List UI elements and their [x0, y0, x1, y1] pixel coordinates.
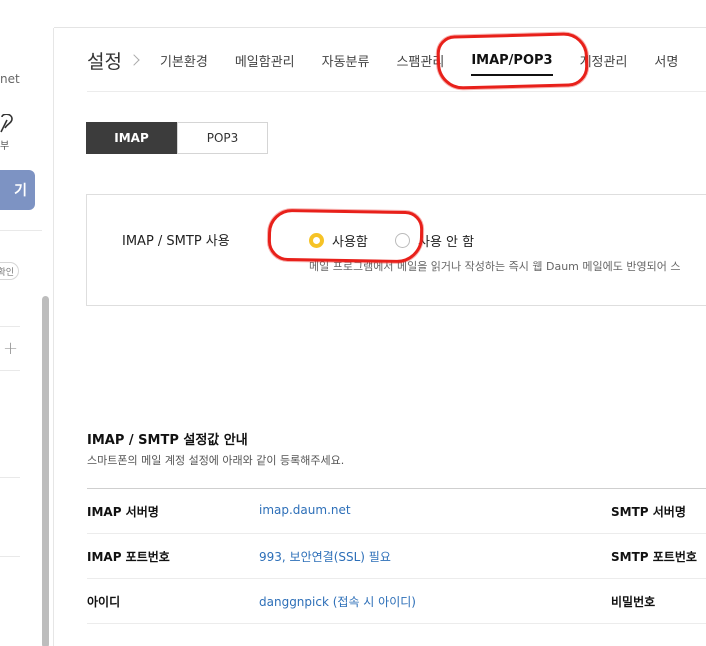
sidebar: net 부 기 확인 +	[0, 0, 54, 646]
add-folder-icon[interactable]: +	[3, 338, 18, 359]
settings-guide-title: IMAP / SMTP 설정값 안내	[87, 433, 248, 448]
radio-disable-label: 사용 안 함	[418, 235, 475, 250]
top-divider	[0, 27, 706, 28]
sidebar-scrollbar[interactable]	[42, 296, 49, 646]
sidebar-account-fragment: net	[0, 72, 20, 86]
row-value: imap.daum.net	[259, 503, 351, 517]
tab-basic-settings[interactable]: 기본환경	[160, 51, 208, 70]
sidebar-divider	[0, 370, 20, 371]
tabs-divider	[87, 91, 706, 92]
tab-mailbox-management[interactable]: 메일함관리	[235, 51, 295, 70]
row-key: 아이디	[87, 595, 121, 609]
row-key-secondary: SMTP 포트번호	[611, 550, 697, 564]
highlight-annotation	[436, 32, 589, 90]
subtab-pop3[interactable]: POP3	[177, 122, 268, 154]
settings-tabbar: 설정 기본환경 메일함관리 자동분류 스팸관리 IMAP/POP3 계정관리 서…	[87, 44, 705, 76]
imap-smtp-usage-label: IMAP / SMTP 사용	[122, 234, 230, 249]
highlight-annotation	[267, 208, 424, 264]
sidebar-divider	[0, 477, 20, 478]
sidebar-pin-label: 부	[0, 141, 10, 152]
row-key-secondary: 비밀번호	[611, 595, 656, 609]
row-key: IMAP 포트번호	[87, 550, 170, 564]
write-mail-button[interactable]: 기	[0, 170, 35, 210]
subtab-imap[interactable]: IMAP	[86, 122, 177, 154]
sidebar-border	[53, 28, 54, 646]
sidebar-divider	[0, 230, 42, 231]
tab-signature[interactable]: 서명	[654, 51, 678, 70]
settings-guide-subtitle: 스마트폰의 메일 계정 설정에 아래와 같이 등록해주세요.	[87, 454, 345, 467]
sidebar-divider	[0, 326, 20, 327]
row-key-secondary: SMTP 서버명	[611, 505, 686, 519]
page-title: 설정	[87, 50, 122, 73]
table-row: 아이디 danggnpick (접속 시 아이디) 비밀번호	[87, 579, 706, 624]
row-value: 993, 보안연결(SSL) 필요	[259, 550, 391, 564]
unread-check-badge[interactable]: 확인	[0, 262, 19, 280]
server-settings-table: IMAP 서버명 imap.daum.net SMTP 서버명 IMAP 포트번…	[87, 488, 706, 624]
chevron-right-icon	[128, 54, 140, 66]
table-row: IMAP 포트번호 993, 보안연결(SSL) 필요 SMTP 포트번호	[87, 534, 706, 579]
row-key: IMAP 서버명	[87, 505, 159, 519]
tab-auto-sort[interactable]: 자동분류	[322, 51, 370, 70]
table-row: IMAP 서버명 imap.daum.net SMTP 서버명	[87, 489, 706, 534]
protocol-subtabs: IMAP POP3	[86, 122, 268, 154]
row-value: danggnpick (접속 시 아이디)	[259, 595, 416, 609]
pin-icon[interactable]	[0, 114, 14, 134]
sidebar-divider	[0, 556, 20, 557]
